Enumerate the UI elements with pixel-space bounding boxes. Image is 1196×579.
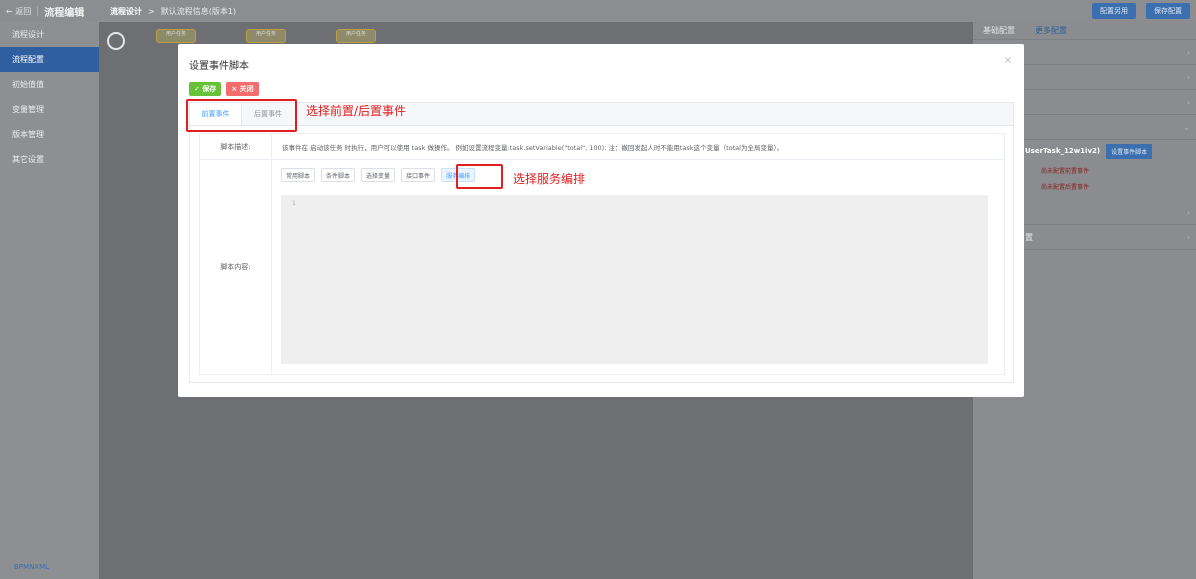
chevron-right-icon: › (1186, 232, 1190, 242)
user-task-node[interactable]: 用户任务 (336, 29, 376, 43)
desc-label: 脚本描述: (200, 134, 272, 160)
start-event[interactable] (107, 32, 125, 50)
chevron-right-icon: › (1186, 97, 1190, 107)
app-title: 流程编辑 (44, 7, 85, 19)
top-bar: ← 返回 流程编辑 流程设计 > 默认流程信息(版本1) 配置另用 保存配置 (0, 0, 1196, 22)
script-editor[interactable]: 1 (281, 195, 988, 364)
chevron-right-icon: › (1186, 207, 1190, 217)
task-name: UserTask_12w1iv2) (1025, 147, 1101, 155)
sidebar-item-initial-values[interactable]: 初始值值 (0, 72, 99, 97)
description-row: 脚本描述: 该事件在 启动该任务 时执行，用户可以使用 task 做操作。 例如… (200, 134, 1006, 160)
content-label: 脚本内容: (200, 160, 272, 374)
desc-text: 该事件在 启动该任务 时执行，用户可以使用 task 做操作。 例如设置流程变量… (282, 144, 784, 152)
breadcrumb-root[interactable]: 流程设计 (110, 6, 142, 17)
row-label: 置 (1025, 232, 1033, 242)
tabs-highlight-box (186, 99, 297, 132)
divider (37, 6, 39, 16)
breadcrumb-separator: > (148, 6, 155, 16)
properties-tabs: 基础配置 更多配置 (973, 22, 1196, 40)
top-actions: 配置另用 保存配置 (1092, 3, 1190, 19)
sidebar-item-variables[interactable]: 变量管理 (0, 97, 99, 122)
service-annotation: 选择服务编排 (513, 172, 586, 186)
config-reuse-button[interactable]: 配置另用 (1092, 3, 1136, 19)
sidebar: 流程设计 流程配置 初始值值 变量管理 版本管理 其它设置 BPMNXML (0, 22, 99, 579)
chevron-right-icon: › (1186, 72, 1190, 82)
dialog-title: 设置事件脚本 (189, 61, 249, 72)
bpmn-xml-link[interactable]: BPMNXML (14, 563, 49, 571)
breadcrumb: 流程设计 > 默认流程信息(版本1) (110, 6, 236, 17)
interface-event-button[interactable]: 接口事件 (401, 168, 436, 182)
user-task-node[interactable]: 用户任务 (246, 29, 286, 43)
sidebar-item-versions[interactable]: 版本管理 (0, 122, 99, 147)
chevron-down-icon: ⌄ (1183, 122, 1190, 132)
sidebar-item-process-design[interactable]: 流程设计 (0, 22, 99, 47)
close-icon[interactable]: × (1004, 55, 1012, 66)
condition-script-button[interactable]: 条件脚本 (321, 168, 356, 182)
sidebar-item-other-settings[interactable]: 其它设置 (0, 147, 99, 172)
back-link[interactable]: ← 返回 (6, 6, 31, 17)
event-script-dialog: 设置事件脚本 × ✓ 保存 × 关闭 前置事件 后置事件 脚本描述: 该事件在 … (178, 44, 1024, 397)
set-event-script-button[interactable]: 设置事件脚本 (1106, 143, 1153, 159)
save-config-button[interactable]: 保存配置 (1146, 3, 1190, 19)
sidebar-item-process-config[interactable]: 流程配置 (0, 47, 99, 72)
top-left: ← 返回 流程编辑 (0, 0, 100, 22)
dialog-actions: ✓ 保存 × 关闭 (189, 82, 259, 96)
script-form: 脚本描述: 该事件在 启动该任务 时执行，用户可以使用 task 做操作。 例如… (199, 133, 1006, 375)
service-highlight-box (456, 164, 503, 189)
tab-more-config[interactable]: 更多配置 (1035, 25, 1067, 36)
tab-basic-config[interactable]: 基础配置 (983, 25, 1015, 36)
user-task-node[interactable]: 用户任务 (156, 29, 196, 43)
script-tools: 常用脚本 条件脚本 选择变量 接口事件 服务编排 (281, 168, 476, 182)
select-variable-button[interactable]: 选择变量 (361, 168, 396, 182)
line-number: 1 (292, 200, 296, 207)
tabs-annotation: 选择前置/后置事件 (306, 104, 407, 118)
save-button[interactable]: ✓ 保存 (189, 82, 222, 96)
breadcrumb-current: 默认流程信息(版本1) (160, 6, 237, 16)
tab-content: 脚本描述: 该事件在 启动该任务 时执行，用户可以使用 task 做操作。 例如… (189, 125, 1014, 383)
close-button[interactable]: × 关闭 (226, 82, 259, 96)
chevron-right-icon: › (1186, 47, 1190, 57)
common-script-button[interactable]: 常用脚本 (281, 168, 316, 182)
